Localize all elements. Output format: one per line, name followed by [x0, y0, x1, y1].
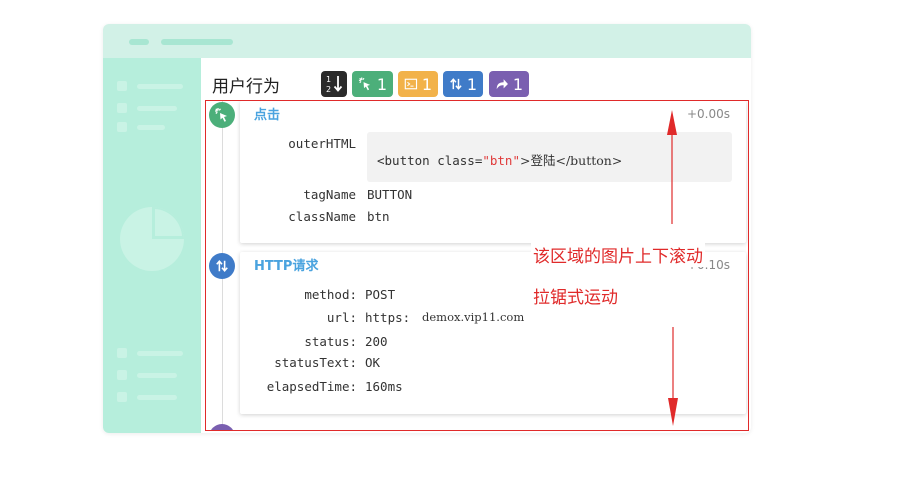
- click-event-card[interactable]: 点击 +0.00s outerHTML <button class="btn">…: [240, 101, 746, 243]
- sort-icon: 1 2: [326, 75, 343, 94]
- console-count: 1: [421, 74, 432, 94]
- sidebar-placeholder-icon: [117, 103, 127, 113]
- outerhtml-code: <button class="btn">登陆</button>: [377, 150, 622, 169]
- redirect-icon: [496, 79, 508, 90]
- event-title: HTTP请求: [254, 259, 319, 274]
- http-event-card[interactable]: HTTP请求 +0.10s method: POST url: https: d…: [240, 252, 746, 414]
- click-icon: [215, 108, 227, 122]
- http-event-icon: [209, 253, 235, 279]
- tagname-label: tagName: [303, 187, 356, 202]
- sidebar-placeholder-line: [137, 106, 177, 111]
- http-count: 1: [466, 74, 477, 94]
- method-value: POST: [365, 287, 396, 302]
- outerhtml-code-box: <button class="btn">登陆</button>: [367, 132, 732, 182]
- outerhtml-label: outerHTML: [288, 136, 356, 151]
- click-count: 1: [376, 74, 387, 94]
- code-tag-close: >登陆</button>: [520, 153, 623, 168]
- sidebar-placeholder-line: [137, 351, 183, 356]
- sidebar-placeholder-icon: [117, 122, 127, 132]
- tagname-value: BUTTON: [367, 187, 413, 202]
- pie-chart-icon: [120, 207, 184, 271]
- click-event-icon: [209, 102, 235, 128]
- redirect-count: 1: [512, 74, 523, 94]
- classname-label: className: [288, 209, 356, 224]
- console-icon: [404, 78, 418, 90]
- sidebar: [103, 58, 201, 433]
- statustext-value: OK: [365, 355, 381, 370]
- statustext-label: statusText:: [274, 355, 357, 370]
- code-class-value: "btn": [482, 153, 520, 168]
- sidebar-placeholder-icon: [117, 81, 127, 91]
- sidebar-placeholder-icon: [117, 392, 127, 402]
- topbar-placeholder-pill: [129, 39, 149, 45]
- svg-text:2: 2: [326, 85, 331, 94]
- annotation-line-2: 拉锯式运动: [531, 283, 620, 308]
- sidebar-placeholder-line: [137, 125, 165, 130]
- url-scheme: https:: [365, 310, 411, 325]
- event-title: 点击: [254, 108, 281, 123]
- url-label: url:: [326, 310, 357, 325]
- status-value: 200: [365, 334, 388, 349]
- sort-badge[interactable]: 1 2: [321, 71, 347, 97]
- sidebar-placeholder-line: [137, 395, 177, 400]
- topbar-placeholder-bar: [161, 39, 233, 45]
- http-icon: [216, 259, 228, 273]
- sidebar-placeholder-line: [137, 84, 183, 89]
- click-icon: [358, 77, 371, 91]
- method-label: method:: [304, 287, 357, 302]
- redirect-event-icon: [209, 424, 235, 430]
- status-label: status:: [304, 334, 357, 349]
- annotation-line-1: 该区域的图片上下滚动: [531, 242, 705, 267]
- classname-value: btn: [367, 209, 390, 224]
- sidebar-placeholder-line: [137, 373, 177, 378]
- panel-title: 用户行为: [212, 77, 280, 97]
- http-icon: [450, 78, 462, 90]
- code-tag-open: <button class=: [377, 153, 483, 168]
- elapsedtime-value: 160ms: [365, 379, 403, 394]
- sidebar-placeholder-icon: [117, 370, 127, 380]
- click-badge[interactable]: 1: [352, 71, 393, 97]
- redirect-badge[interactable]: 1: [489, 71, 529, 97]
- svg-text:1: 1: [326, 75, 331, 84]
- event-time: +0.00s: [686, 107, 730, 121]
- elapsedtime-label: elapsedTime:: [266, 379, 357, 394]
- console-badge[interactable]: 1: [398, 71, 438, 97]
- window-topbar: [103, 24, 751, 58]
- http-badge[interactable]: 1: [443, 71, 483, 97]
- sidebar-placeholder-icon: [117, 348, 127, 358]
- url-host: demox.vip11.com: [422, 310, 525, 324]
